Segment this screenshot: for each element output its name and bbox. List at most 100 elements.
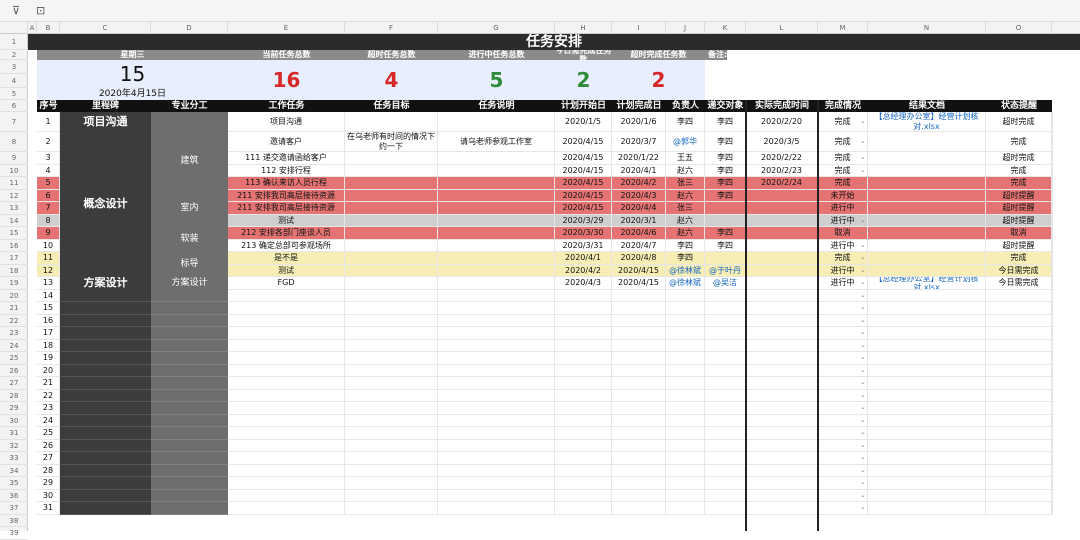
end-date-cell[interactable]: 2020/4/1 — [612, 164, 666, 177]
result-doc-cell[interactable] — [868, 189, 986, 202]
empty-cell[interactable] — [345, 477, 438, 490]
empty-cell[interactable] — [868, 389, 986, 402]
actual-date-cell[interactable] — [746, 264, 818, 277]
recipient-cell[interactable]: @于叶丹 — [705, 264, 746, 277]
milestone-empty[interactable] — [60, 502, 151, 515]
empty-cell[interactable] — [705, 464, 746, 477]
owner-cell[interactable]: 张三 — [666, 202, 705, 215]
row-header[interactable]: 32 — [0, 440, 28, 452]
empty-cell[interactable] — [666, 314, 705, 327]
empty-cell[interactable] — [555, 289, 612, 302]
blank-cell[interactable] — [1052, 112, 1053, 132]
empty-cell[interactable] — [705, 402, 746, 415]
empty-cell[interactable] — [868, 502, 986, 515]
goal-cell[interactable] — [345, 252, 438, 265]
goal-cell[interactable] — [345, 189, 438, 202]
empty-cell[interactable] — [986, 464, 1052, 477]
empty-cell[interactable] — [746, 339, 818, 352]
empty-cell[interactable] — [1052, 414, 1053, 427]
empty-cell[interactable] — [228, 314, 345, 327]
division-empty[interactable] — [151, 327, 228, 340]
blank-cell[interactable] — [1052, 252, 1053, 265]
empty-cell[interactable] — [705, 289, 746, 302]
recipient-cell[interactable]: 李四 — [705, 239, 746, 252]
empty-cell[interactable] — [705, 489, 746, 502]
empty-cell[interactable] — [666, 452, 705, 465]
goal-cell[interactable] — [345, 214, 438, 227]
empty-cell[interactable] — [555, 439, 612, 452]
empty-cell[interactable] — [345, 414, 438, 427]
empty-cell[interactable] — [345, 352, 438, 365]
start-date-cell[interactable]: 2020/3/31 — [555, 239, 612, 252]
empty-cell[interactable] — [438, 464, 555, 477]
empty-cell[interactable] — [746, 327, 818, 340]
empty-cell[interactable] — [345, 402, 438, 415]
row-header[interactable]: 5 — [0, 88, 28, 100]
row-header[interactable]: 17 — [0, 252, 28, 265]
empty-cell[interactable] — [555, 402, 612, 415]
empty-cell[interactable] — [345, 339, 438, 352]
empty-cell[interactable] — [868, 427, 986, 440]
column-header-n[interactable]: N — [868, 22, 986, 34]
desc-cell[interactable] — [438, 277, 555, 290]
empty-cell[interactable] — [555, 502, 612, 515]
empty-cell[interactable] — [705, 427, 746, 440]
empty-cell[interactable] — [612, 452, 666, 465]
chevron-down-icon[interactable]: ⌄ — [860, 303, 866, 311]
empty-cell[interactable] — [705, 477, 746, 490]
recipient-cell[interactable]: @吴洁 — [705, 277, 746, 290]
empty-cell[interactable] — [868, 352, 986, 365]
empty-cell[interactable] — [438, 477, 555, 490]
empty-cell[interactable] — [612, 302, 666, 315]
desc-cell[interactable] — [438, 164, 555, 177]
empty-cell[interactable] — [746, 489, 818, 502]
task-cell[interactable]: 111 递交邀请函给客户 — [228, 152, 345, 165]
empty-cell[interactable] — [666, 464, 705, 477]
actual-date-cell[interactable]: 2020/2/22 — [746, 152, 818, 165]
empty-cell[interactable] — [555, 314, 612, 327]
chevron-down-icon[interactable]: ⌄ — [860, 328, 866, 336]
empty-cell[interactable] — [228, 452, 345, 465]
empty-cell[interactable] — [555, 427, 612, 440]
empty-cell[interactable] — [1052, 364, 1053, 377]
task-cell[interactable]: 213 确定总部可参观场所 — [228, 239, 345, 252]
goal-cell[interactable] — [345, 152, 438, 165]
empty-cell[interactable] — [705, 314, 746, 327]
empty-cell[interactable] — [345, 314, 438, 327]
owner-cell[interactable]: 张三 — [666, 177, 705, 190]
empty-cell[interactable] — [345, 364, 438, 377]
chevron-down-icon[interactable]: ⌄ — [860, 278, 866, 286]
owner-cell[interactable]: 王五 — [666, 152, 705, 165]
desc-cell[interactable] — [438, 214, 555, 227]
empty-cell[interactable] — [1052, 314, 1053, 327]
actual-date-cell[interactable]: 2020/3/5 — [746, 132, 818, 152]
end-date-cell[interactable]: 2020/4/6 — [612, 227, 666, 240]
start-date-cell[interactable]: 2020/4/2 — [555, 264, 612, 277]
division-empty[interactable] — [151, 402, 228, 415]
chevron-down-icon[interactable]: ⌄ — [860, 166, 866, 174]
empty-cell[interactable] — [986, 502, 1052, 515]
empty-cell[interactable] — [868, 302, 986, 315]
division-empty[interactable] — [151, 439, 228, 452]
empty-cell[interactable] — [986, 477, 1052, 490]
goal-cell[interactable] — [345, 227, 438, 240]
empty-cell[interactable] — [746, 389, 818, 402]
recipient-cell[interactable]: 李四 — [705, 112, 746, 132]
owner-cell[interactable]: @郭华 — [666, 132, 705, 152]
chevron-down-icon[interactable]: ⌄ — [860, 478, 866, 486]
chevron-down-icon[interactable]: ⌄ — [860, 441, 866, 449]
empty-cell[interactable] — [1052, 477, 1053, 490]
chevron-down-icon[interactable]: ⌄ — [860, 391, 866, 399]
task-cell[interactable]: 211 安排我司高层接待资源 — [228, 202, 345, 215]
empty-cell[interactable] — [228, 464, 345, 477]
start-date-cell[interactable]: 2020/3/29 — [555, 214, 612, 227]
recipient-cell[interactable]: 李四 — [705, 132, 746, 152]
column-header-f[interactable]: F — [345, 22, 438, 34]
row-header[interactable]: 13 — [0, 202, 28, 215]
owner-cell[interactable]: 李四 — [666, 239, 705, 252]
row-header[interactable]: 14 — [0, 215, 28, 227]
empty-cell[interactable] — [746, 364, 818, 377]
recipient-cell[interactable] — [705, 214, 746, 227]
task-cell[interactable]: 113 确认来访人员行程 — [228, 177, 345, 190]
start-date-cell[interactable]: 2020/4/15 — [555, 164, 612, 177]
